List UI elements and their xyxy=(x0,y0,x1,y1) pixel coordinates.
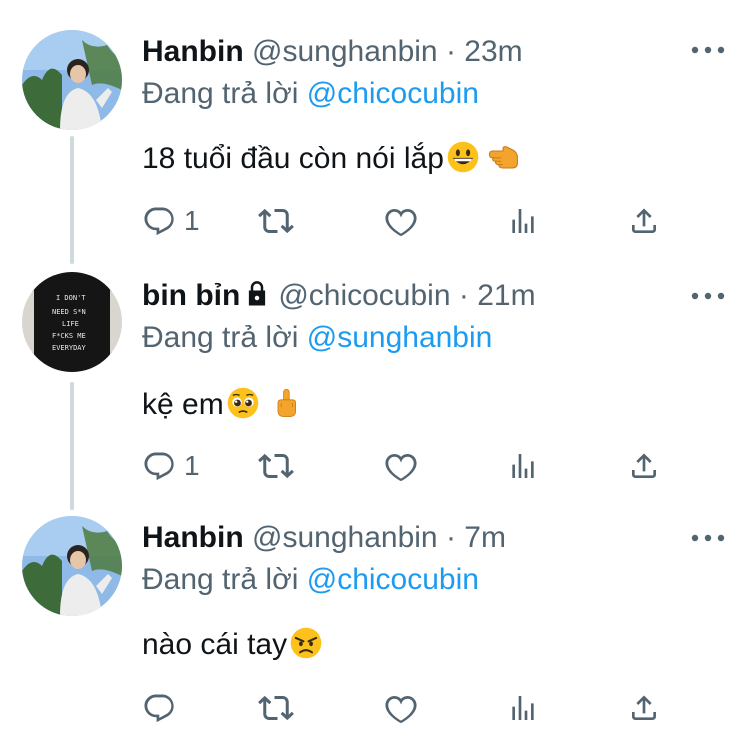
share-button[interactable] xyxy=(628,688,660,728)
avatar[interactable] xyxy=(22,516,122,616)
timestamp[interactable]: · 21m xyxy=(459,279,536,312)
display-name[interactable]: bin bỉn xyxy=(142,279,240,312)
more-icon[interactable] xyxy=(690,528,726,548)
analytics-icon xyxy=(507,450,539,482)
replying-to-label: Đang trả lời xyxy=(142,77,299,110)
replying-to: Đang trả lời @sunghanbin xyxy=(142,320,492,356)
angry-face-emoji xyxy=(289,626,323,660)
mention-link[interactable]: @chicocubin xyxy=(307,77,479,110)
share-button[interactable] xyxy=(628,201,660,241)
action-bar: 1 xyxy=(138,201,698,241)
retweet-button[interactable] xyxy=(258,446,294,486)
avatar[interactable]: I DON'T NEED S*N LIFE F*CKS ME EVERYDAY xyxy=(22,272,122,372)
timestamp[interactable]: · 7m xyxy=(446,521,506,554)
reply-icon xyxy=(142,691,176,725)
middle-finger-emoji xyxy=(270,386,302,420)
analytics-icon xyxy=(507,692,539,724)
retweet-button[interactable] xyxy=(258,201,294,241)
shirt-text: I DON'T xyxy=(56,294,86,302)
reply-button[interactable]: 1 xyxy=(142,446,200,486)
like-button[interactable] xyxy=(384,446,418,486)
tweet[interactable]: I DON'T NEED S*N LIFE F*CKS ME EVERYDAY … xyxy=(0,250,750,500)
tweet-header: Hanbin @sunghanbin · 23m xyxy=(142,34,523,70)
action-bar xyxy=(138,688,698,728)
tweet-text: kệ em xyxy=(142,386,302,423)
more-icon[interactable] xyxy=(690,286,726,306)
like-button[interactable] xyxy=(384,201,418,241)
heart-icon xyxy=(384,449,418,483)
shirt-text: LIFE xyxy=(62,320,79,328)
mention-link[interactable]: @chicocubin xyxy=(307,563,479,596)
like-button[interactable] xyxy=(384,688,418,728)
tweet-text-body: 18 tuổi đầu còn nói lắp xyxy=(142,142,444,175)
retweet-icon xyxy=(258,203,294,239)
analytics-icon xyxy=(507,205,539,237)
pleading-face-emoji xyxy=(226,386,260,420)
avatar[interactable] xyxy=(22,30,122,130)
analytics-button[interactable] xyxy=(507,201,539,241)
retweet-button[interactable] xyxy=(258,688,294,728)
tweet-header: bin bỉn @chicocubin · 21m xyxy=(142,278,536,314)
replying-to: Đang trả lời @chicocubin xyxy=(142,76,479,112)
mention-link[interactable]: @sunghanbin xyxy=(307,321,493,354)
tweet-text-body: kệ em xyxy=(142,388,224,421)
heart-icon xyxy=(384,204,418,238)
backhand-pointing-left-emoji xyxy=(484,140,522,174)
share-icon xyxy=(628,692,660,724)
tweet-text-body: nào cái tay xyxy=(142,628,288,661)
display-name[interactable]: Hanbin xyxy=(142,521,244,554)
grinning-face-emoji xyxy=(446,140,480,174)
action-bar: 1 xyxy=(138,446,698,486)
lock-icon xyxy=(249,281,266,306)
reply-count: 1 xyxy=(184,450,200,481)
analytics-button[interactable] xyxy=(507,688,539,728)
user-handle[interactable]: @chicocubin xyxy=(278,279,450,312)
shirt-text: NEED S*N xyxy=(52,308,86,316)
analytics-button[interactable] xyxy=(507,446,539,486)
replying-to: Đang trả lời @chicocubin xyxy=(142,562,479,598)
tweet-text: 18 tuổi đầu còn nói lắp xyxy=(142,140,522,177)
display-name[interactable]: Hanbin xyxy=(142,35,244,68)
reply-button[interactable] xyxy=(142,688,176,728)
timestamp[interactable]: · 23m xyxy=(446,35,523,68)
tweet[interactable]: Hanbin @sunghanbin · 7m Đang trả lời @ch… xyxy=(0,500,750,731)
tweet-text: nào cái tay xyxy=(142,626,323,663)
share-icon xyxy=(628,205,660,237)
reply-icon xyxy=(142,449,176,483)
replying-to-label: Đang trả lời xyxy=(142,563,299,596)
retweet-icon xyxy=(258,690,294,726)
heart-icon xyxy=(384,691,418,725)
user-handle[interactable]: @sunghanbin xyxy=(252,521,438,554)
shirt-text: EVERYDAY xyxy=(52,344,87,352)
shirt-text: F*CKS ME xyxy=(52,332,86,340)
user-handle[interactable]: @sunghanbin xyxy=(252,35,438,68)
share-button[interactable] xyxy=(628,446,660,486)
reply-button[interactable]: 1 xyxy=(142,201,200,241)
replying-to-label: Đang trả lời xyxy=(142,321,299,354)
reply-icon xyxy=(142,204,176,238)
tweet[interactable]: Hanbin @sunghanbin · 23m Đang trả lời @c… xyxy=(0,0,750,250)
tweet-header: Hanbin @sunghanbin · 7m xyxy=(142,520,506,556)
reply-count: 1 xyxy=(184,205,200,236)
more-icon[interactable] xyxy=(690,40,726,60)
share-icon xyxy=(628,450,660,482)
retweet-icon xyxy=(258,448,294,484)
